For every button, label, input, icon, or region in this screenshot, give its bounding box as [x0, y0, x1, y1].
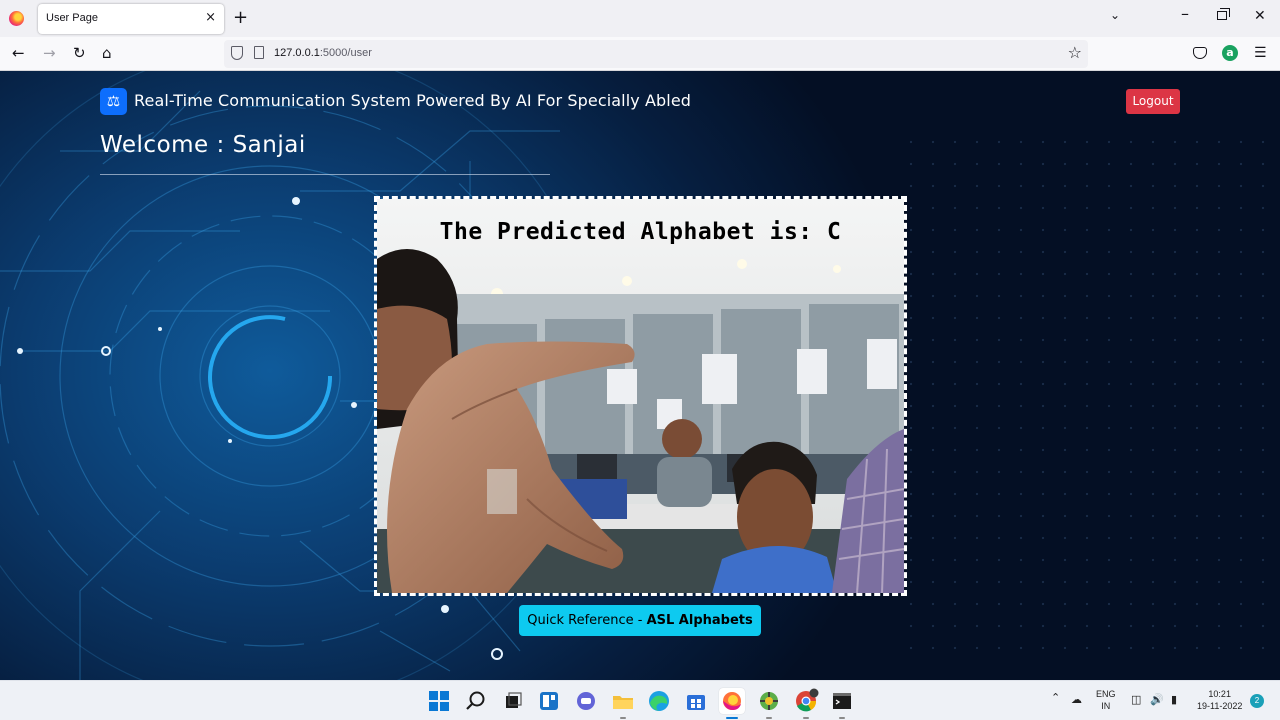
- running-indicator: [620, 717, 626, 719]
- tab-title: User Page: [46, 12, 98, 24]
- notification-badge[interactable]: 2: [1250, 694, 1264, 708]
- menu-icon[interactable]: ☰: [1254, 45, 1267, 61]
- running-indicator: [766, 717, 772, 719]
- extension-icon[interactable]: a: [1222, 45, 1238, 61]
- clock[interactable]: 10:21 19-11-2022: [1197, 688, 1242, 712]
- windows-taskbar: ⌃ ☁ ENG IN ◫ 🔊 ▮ 10:21 19-11-2022 2: [0, 680, 1280, 720]
- language-indicator[interactable]: ENG IN: [1096, 688, 1116, 712]
- restore-icon[interactable]: [1217, 8, 1230, 20]
- show-hidden-icons-chevron-icon[interactable]: ⌃: [1051, 691, 1060, 704]
- clock-date: 19-11-2022: [1197, 701, 1243, 711]
- widgets-icon[interactable]: [536, 688, 562, 714]
- terminal-icon[interactable]: [829, 688, 855, 719]
- url-text[interactable]: 127.0.0.1:5000/user: [274, 47, 372, 59]
- volume-icon[interactable]: 🔊: [1150, 693, 1164, 706]
- active-indicator: [726, 717, 738, 719]
- browser-toolbar: ← → ↻ ⌂ 127.0.0.1:5000/user ☆ a ☰: [0, 37, 1280, 71]
- quick-reference-prefix: Quick Reference -: [527, 613, 647, 628]
- home-icon[interactable]: ⌂: [102, 45, 112, 61]
- webcam-image: [377, 199, 904, 593]
- search-icon[interactable]: [463, 688, 489, 714]
- store-icon[interactable]: [683, 688, 709, 714]
- quick-reference-button[interactable]: Quick Reference - ASL Alphabets: [519, 605, 761, 636]
- chat-icon[interactable]: [573, 688, 599, 714]
- logout-button[interactable]: Logout: [1126, 89, 1180, 114]
- reload-icon[interactable]: ↻: [73, 45, 86, 61]
- new-tab-icon[interactable]: +: [233, 7, 248, 28]
- url-path: :5000/user: [319, 47, 372, 59]
- tab-close-icon[interactable]: ×: [205, 10, 216, 25]
- predicted-alphabet-label: The Predicted Alphabet is: C: [439, 219, 842, 245]
- browser-tab-strip: User Page × + ⌄ – ✕: [0, 0, 1280, 37]
- quick-reference-title: ASL Alphabets: [646, 613, 753, 628]
- running-indicator: [839, 717, 845, 719]
- shield-icon[interactable]: [231, 46, 243, 60]
- clock-time: 10:21: [1208, 689, 1231, 699]
- welcome-heading: Welcome : Sanjai: [100, 132, 306, 158]
- onedrive-icon[interactable]: ☁: [1071, 693, 1082, 706]
- page-viewport: ⚖ Real-Time Communication System Powered…: [0, 71, 1280, 680]
- battery-icon[interactable]: ▮: [1171, 693, 1177, 706]
- bookmark-star-icon[interactable]: ☆: [1068, 43, 1082, 62]
- url-bar[interactable]: 127.0.0.1:5000/user ☆: [224, 40, 1088, 68]
- edge-icon[interactable]: [646, 688, 672, 714]
- flask-logo-icon[interactable]: ⚖: [100, 88, 127, 115]
- page-info-icon[interactable]: [254, 46, 264, 59]
- forward-arrow-icon[interactable]: →: [43, 45, 56, 61]
- video-feed: The Predicted Alphabet is: C: [374, 196, 907, 596]
- language-code: ENG: [1096, 689, 1116, 699]
- file-explorer-icon[interactable]: [610, 688, 636, 719]
- minimize-icon[interactable]: –: [1181, 4, 1189, 23]
- divider: [100, 174, 550, 175]
- back-arrow-icon[interactable]: ←: [12, 45, 25, 61]
- firefox-logo-icon: [9, 11, 24, 26]
- tab-user-page[interactable]: User Page ×: [38, 4, 224, 34]
- window-close-icon[interactable]: ✕: [1254, 8, 1266, 24]
- dot-pattern: [900, 131, 1280, 651]
- chrome-icon[interactable]: [793, 688, 819, 719]
- start-icon[interactable]: [426, 688, 452, 714]
- pocket-icon[interactable]: [1193, 47, 1207, 59]
- running-indicator: [803, 717, 809, 719]
- brand-title[interactable]: Real-Time Communication System Powered B…: [134, 91, 691, 110]
- list-tabs-chevron-icon[interactable]: ⌄: [1110, 8, 1120, 22]
- network-icon[interactable]: ◫: [1131, 693, 1141, 706]
- task-view-icon[interactable]: [500, 688, 526, 714]
- network-app-icon[interactable]: [756, 688, 782, 719]
- firefox-taskbar-icon[interactable]: [719, 688, 745, 719]
- url-host: 127.0.0.1: [274, 47, 320, 59]
- language-region: IN: [1101, 701, 1111, 711]
